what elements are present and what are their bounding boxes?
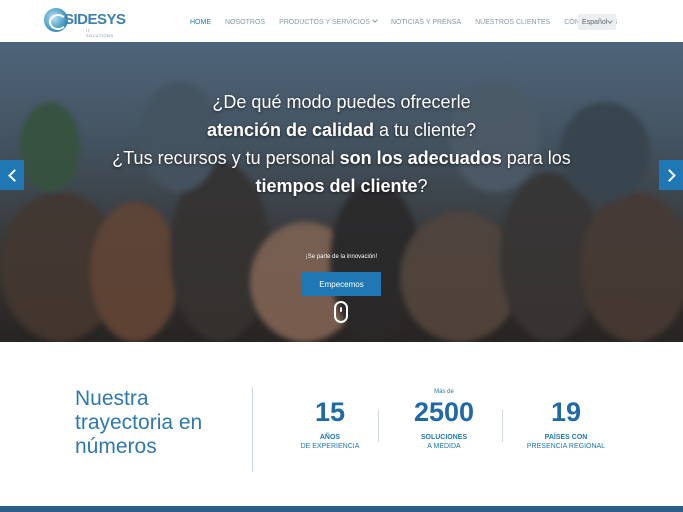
stat-sublabel: de experiencia bbox=[300, 443, 360, 450]
stat-divider bbox=[378, 410, 379, 442]
headline-text-2: a tu cliente? bbox=[373, 120, 477, 140]
stat-label: Soluciones bbox=[420, 434, 468, 441]
stat-label: Años bbox=[319, 434, 341, 441]
stat-number: 15 bbox=[314, 397, 346, 427]
headline-line-2: atención de calidad a tu cliente? bbox=[60, 116, 623, 144]
site-header: SIDESYS IT SOLUTIONS Home Nosotros Produ… bbox=[0, 0, 683, 42]
stat-prefix bbox=[270, 387, 390, 397]
logo-subtext: IT SOLUTIONS bbox=[86, 28, 114, 38]
chevron-left-icon bbox=[7, 168, 21, 182]
headline-line-1: ¿De qué modo puedes ofrecerle bbox=[212, 92, 471, 112]
logo-text: SIDESYS bbox=[64, 11, 126, 28]
stat-prefix: Más de bbox=[434, 389, 454, 395]
main-nav: Home Nosotros Productos y Servicios Noti… bbox=[190, 15, 631, 29]
empecemos-button[interactable]: Empecemos bbox=[302, 272, 381, 296]
language-label: Español bbox=[582, 18, 608, 26]
stat-countries: 19 Países con presencia regional bbox=[506, 387, 626, 451]
stat-prefix bbox=[506, 387, 626, 397]
stat-years: 15 Años de experiencia bbox=[270, 387, 390, 451]
chevron-down-icon bbox=[372, 16, 378, 23]
stat-label: Países con bbox=[544, 434, 588, 441]
chevron-right-icon bbox=[662, 168, 676, 182]
stat-solutions: Más de 2500 Soluciones a medida bbox=[384, 387, 504, 451]
stat-sublabel: a medida bbox=[427, 443, 461, 450]
nav-item-noticias[interactable]: Noticias y Prensa bbox=[391, 19, 461, 26]
language-select[interactable]: Español bbox=[578, 14, 616, 30]
section-divider bbox=[252, 387, 253, 472]
headline-text-4: ? bbox=[417, 176, 428, 196]
hero-slider: ¿De qué modo puedes ofrecerle atención d… bbox=[0, 42, 683, 342]
stat-number: 19 bbox=[550, 397, 582, 427]
nav-item-nosotros[interactable]: Nosotros bbox=[225, 19, 265, 26]
nav-item-productos[interactable]: Productos y Servicios bbox=[279, 16, 378, 26]
stats-title: Nuestra trayectoria en números bbox=[75, 387, 203, 458]
nav-item-clientes[interactable]: Nuestros Clientes bbox=[475, 19, 550, 26]
hero-tagline: ¡Se parte de la innovación! bbox=[305, 254, 378, 260]
stat-number: 2500 bbox=[413, 397, 475, 427]
stats-section: Nuestra trayectoria en números 15 Años d… bbox=[0, 342, 683, 506]
slider-prev-button[interactable] bbox=[0, 160, 24, 190]
headline-bold-2: son los adecuados bbox=[339, 148, 502, 168]
headline-text-3b: para los bbox=[501, 148, 571, 168]
headline-bold-1: atención de calidad bbox=[206, 120, 374, 140]
slider-next-button[interactable] bbox=[659, 160, 683, 190]
scroll-mouse-icon[interactable] bbox=[334, 301, 348, 323]
stat-divider bbox=[502, 410, 503, 442]
stat-sublabel: presencia regional bbox=[526, 443, 606, 450]
headline-line-4: tiempos del cliente? bbox=[60, 172, 623, 200]
sidesys-logo[interactable]: SIDESYS IT SOLUTIONS bbox=[44, 8, 126, 38]
hero-headline: ¿De qué modo puedes ofrecerle atención d… bbox=[60, 88, 623, 200]
nav-item-productos-label: Productos y Servicios bbox=[279, 18, 370, 26]
chevron-down-icon bbox=[607, 18, 613, 24]
nav-item-home[interactable]: Home bbox=[190, 19, 211, 26]
headline-text-3a: ¿Tus recursos y tu personal bbox=[112, 148, 340, 168]
footer-bar bbox=[0, 506, 683, 512]
headline-line-3: ¿Tus recursos y tu personal son los adec… bbox=[60, 144, 623, 172]
headline-bold-3: tiempos del cliente bbox=[255, 176, 418, 196]
